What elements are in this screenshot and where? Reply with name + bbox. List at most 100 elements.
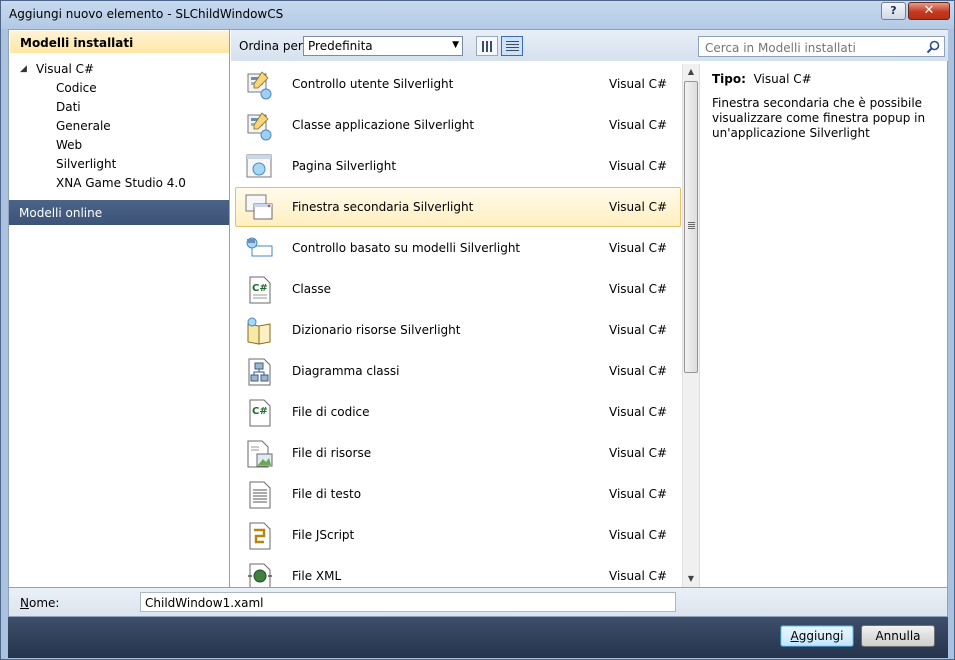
tree-item-web[interactable]: Web bbox=[9, 136, 230, 155]
template-language: Visual C# bbox=[609, 241, 668, 255]
cancel-button[interactable]: Annulla bbox=[861, 625, 935, 647]
template-language: Visual C# bbox=[609, 77, 668, 91]
tree-item-label: Visual C# bbox=[36, 62, 95, 76]
help-button[interactable]: ? bbox=[881, 2, 906, 20]
template-row-jscript-file[interactable]: File JScript Visual C# bbox=[235, 515, 681, 555]
template-row-xml-file[interactable]: File XML Visual C# bbox=[235, 556, 681, 587]
scrollbar-thumb[interactable] bbox=[684, 81, 698, 373]
tree-item-codice[interactable]: Codice bbox=[9, 79, 230, 98]
class-diagram-icon bbox=[248, 358, 271, 386]
templates-tree-pane: Modelli installati ◢ Visual C# Codice Da… bbox=[9, 30, 230, 587]
chevron-down-icon: ▼ bbox=[452, 40, 459, 50]
title-bar[interactable]: Aggiungi nuovo elemento - SLChildWindowC… bbox=[1, 1, 954, 28]
template-language: Visual C# bbox=[609, 528, 668, 542]
class-file-icon: C# bbox=[249, 276, 271, 304]
page-icon bbox=[246, 154, 272, 178]
template-language: Visual C# bbox=[609, 569, 668, 583]
template-name: Controllo basato su modelli Silverlight bbox=[292, 241, 521, 255]
templates-tree: ◢ Visual C# Codice Dati Generale Web Sil… bbox=[9, 60, 230, 193]
name-label: Nome: bbox=[20, 596, 60, 610]
scroll-down-arrow-icon[interactable]: ▼ bbox=[683, 571, 699, 587]
templates-toolbar: Ordina per: Predefinita ▼ bbox=[231, 30, 948, 61]
template-row-resource-dictionary[interactable]: Dizionario risorse Silverlight Visual C# bbox=[235, 310, 681, 350]
template-row-child-window[interactable]: Finestra secondaria Silverlight Visual C… bbox=[235, 187, 681, 227]
tree-item-silverlight[interactable]: Silverlight bbox=[9, 155, 230, 174]
template-language: Visual C# bbox=[609, 282, 668, 296]
template-language: Visual C# bbox=[609, 446, 668, 460]
templates-list: Controllo utente Silverlight Visual C# C… bbox=[235, 64, 681, 587]
tree-item-visual-csharp[interactable]: ◢ Visual C# bbox=[9, 60, 230, 79]
dialog-client: Modelli installati ◢ Visual C# Codice Da… bbox=[8, 29, 948, 617]
template-row-application-class[interactable]: Classe applicazione Silverlight Visual C… bbox=[235, 105, 681, 145]
template-name: Finestra secondaria Silverlight bbox=[292, 200, 474, 214]
template-language: Visual C# bbox=[609, 118, 668, 132]
name-field[interactable] bbox=[140, 592, 676, 612]
dialog-footer: Aggiungi Annulla bbox=[8, 617, 948, 658]
template-name: Diagramma classi bbox=[292, 364, 400, 378]
tree-item-generale[interactable]: Generale bbox=[9, 117, 230, 136]
list-view-button[interactable] bbox=[501, 36, 523, 56]
template-name: Controllo utente Silverlight bbox=[292, 77, 454, 91]
dialog-window: Aggiungi nuovo elemento - SLChildWindowC… bbox=[0, 0, 955, 660]
small-icons-view-button[interactable] bbox=[476, 36, 498, 56]
template-language: Visual C# bbox=[609, 405, 668, 419]
tree-item-xna[interactable]: XNA Game Studio 4.0 bbox=[9, 174, 230, 193]
close-button[interactable]: ✕ bbox=[908, 2, 950, 20]
grid-view-icon bbox=[482, 41, 493, 52]
svg-text:C#: C# bbox=[252, 283, 268, 294]
template-name: File XML bbox=[292, 569, 342, 583]
svg-text:C#: C# bbox=[252, 406, 268, 417]
details-pane: Tipo: Visual C# Finestra secondaria che … bbox=[699, 64, 948, 587]
details-type-value: Visual C# bbox=[753, 72, 812, 86]
jscript-file-icon bbox=[249, 522, 271, 550]
template-row-resource-file[interactable]: File di risorse Visual C# bbox=[235, 433, 681, 473]
resource-file-icon bbox=[247, 440, 273, 468]
sort-dropdown[interactable]: Predefinita ▼ bbox=[303, 36, 463, 56]
search-input[interactable] bbox=[699, 37, 921, 56]
sort-label: Ordina per: bbox=[239, 39, 307, 53]
tree-item-dati[interactable]: Dati bbox=[9, 98, 230, 117]
template-language: Visual C# bbox=[609, 200, 668, 214]
expand-arrow-icon[interactable]: ◢ bbox=[20, 60, 27, 79]
template-name: Classe applicazione Silverlight bbox=[292, 118, 475, 132]
template-row-code-file[interactable]: C# File di codice Visual C# bbox=[235, 392, 681, 432]
details-description: Finestra secondaria che è possibile visu… bbox=[712, 96, 926, 140]
resource-dictionary-icon bbox=[247, 317, 271, 345]
template-name: File JScript bbox=[292, 528, 355, 542]
scroll-up-arrow-icon[interactable]: ▲ bbox=[683, 64, 699, 80]
template-row-page[interactable]: Pagina Silverlight Visual C# bbox=[235, 146, 681, 186]
template-name: Pagina Silverlight bbox=[292, 159, 397, 173]
application-class-icon bbox=[247, 112, 272, 141]
list-view-icon bbox=[506, 41, 519, 52]
template-name: File di codice bbox=[292, 405, 370, 419]
template-language: Visual C# bbox=[609, 323, 668, 337]
window-title: Aggiungi nuovo elemento - SLChildWindowC… bbox=[9, 7, 284, 21]
template-language: Visual C# bbox=[609, 487, 668, 501]
search-icon[interactable] bbox=[926, 40, 940, 54]
details-type: Tipo: Visual C# bbox=[712, 72, 936, 86]
grip-icon bbox=[688, 222, 695, 229]
template-row-user-control[interactable]: Controllo utente Silverlight Visual C# bbox=[235, 64, 681, 104]
text-file-icon bbox=[249, 481, 271, 509]
user-control-icon bbox=[247, 71, 272, 100]
online-templates-header[interactable]: Modelli online bbox=[9, 200, 229, 225]
template-name: File di risorse bbox=[292, 446, 372, 460]
template-row-text-file[interactable]: File di testo Visual C# bbox=[235, 474, 681, 514]
template-row-class-diagram[interactable]: Diagramma classi Visual C# bbox=[235, 351, 681, 391]
template-language: Visual C# bbox=[609, 159, 668, 173]
list-scrollbar[interactable]: ▲ ▼ bbox=[682, 64, 699, 587]
code-file-icon: C# bbox=[249, 399, 271, 427]
search-box[interactable] bbox=[698, 36, 945, 57]
template-name: Classe bbox=[292, 282, 331, 296]
template-name: File di testo bbox=[292, 487, 362, 501]
template-name: Dizionario risorse Silverlight bbox=[292, 323, 461, 337]
template-row-class[interactable]: C# Classe Visual C# bbox=[235, 269, 681, 309]
child-window-icon bbox=[245, 194, 273, 220]
installed-templates-header[interactable]: Modelli installati bbox=[10, 31, 229, 53]
details-type-label: Tipo: bbox=[712, 72, 746, 86]
add-button[interactable]: Aggiungi bbox=[780, 625, 854, 647]
template-language: Visual C# bbox=[609, 364, 668, 378]
name-row: Nome: bbox=[9, 587, 947, 616]
templated-control-icon bbox=[246, 237, 273, 257]
template-row-templated-control[interactable]: Controllo basato su modelli Silverlight … bbox=[235, 228, 681, 268]
